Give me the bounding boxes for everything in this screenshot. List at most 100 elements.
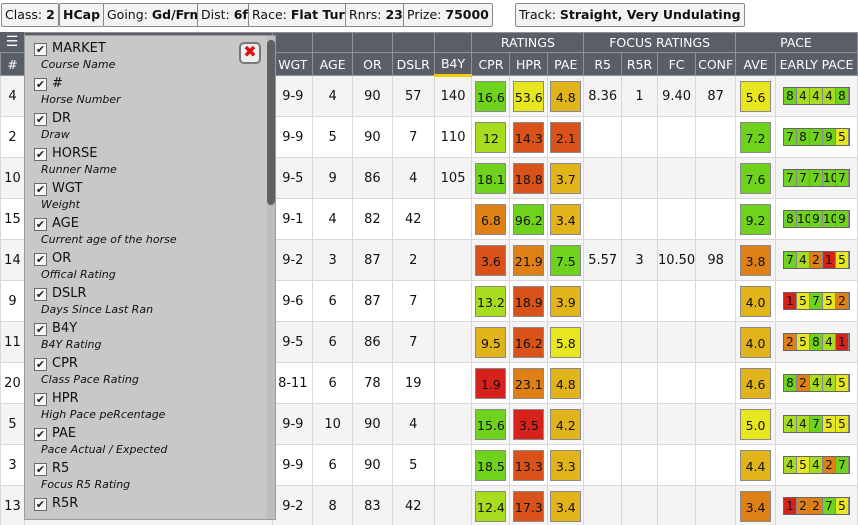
checkbox-checked-icon[interactable]: ✔ (34, 148, 47, 161)
column-option-name: PAE (52, 426, 77, 441)
cell-r5 (583, 280, 623, 322)
checkbox-checked-icon[interactable]: ✔ (34, 78, 47, 91)
close-icon[interactable]: ✖ (239, 42, 261, 64)
checkbox-checked-icon[interactable]: ✔ (34, 113, 47, 126)
column-option-label: ✔ MARKET (34, 41, 106, 57)
ave-badge: 7.6 (740, 162, 772, 194)
early-pace-value: 2 (784, 334, 797, 350)
early-pace-value: 7 (784, 129, 797, 145)
cell-wgt: 8-11 (272, 362, 314, 404)
col-header-wgt[interactable]: WGT (272, 52, 314, 76)
cell-ave: 7.6 (735, 157, 776, 199)
column-option-description: Horse Number (41, 93, 121, 106)
pace-group-header: PACE (735, 32, 858, 53)
cell-ave: 4.0 (735, 280, 776, 322)
cell-cpr: 13.2 (471, 280, 511, 322)
cell-r5r: 1 (621, 75, 658, 117)
early-pace-value: 4 (784, 457, 797, 473)
cell-cpr: 12 (471, 116, 511, 158)
cell-r5 (583, 157, 623, 199)
cell-cpr: 9.5 (471, 321, 511, 363)
column-menu-icon[interactable]: ☰ (0, 32, 24, 52)
panel-scrollbar-thumb[interactable] (267, 40, 275, 205)
col-header-fc[interactable]: FC (656, 52, 697, 76)
col-header-early-pace[interactable]: EARLY PACE (775, 52, 858, 76)
early-pace-value: 8 (810, 334, 823, 350)
cell-pae: 3.9 (547, 280, 585, 322)
checkbox-checked-icon[interactable]: ✔ (34, 358, 47, 371)
cell-dslr: 4 (391, 403, 435, 445)
checkbox-checked-icon[interactable]: ✔ (34, 393, 47, 406)
cell-num: 9 (0, 280, 25, 322)
checkbox-checked-icon[interactable]: ✔ (34, 463, 47, 476)
col-header-or[interactable]: OR (352, 52, 393, 76)
checkbox-checked-icon[interactable]: ✔ (34, 323, 47, 336)
checkbox-checked-icon[interactable]: ✔ (34, 288, 47, 301)
col-header-num[interactable]: # (0, 52, 25, 76)
cell-early-pace: 12275 (775, 485, 858, 525)
cell-pae: 4.8 (547, 362, 585, 404)
cell-or: 78 (352, 362, 393, 404)
checkbox-checked-icon[interactable]: ✔ (34, 498, 47, 511)
checkbox-checked-icon[interactable]: ✔ (34, 428, 47, 441)
early-pace-value: 7 (836, 457, 849, 473)
early-pace-value: 4 (797, 88, 810, 104)
checkbox-checked-icon[interactable]: ✔ (34, 253, 47, 266)
cell-pae: 7.5 (547, 239, 585, 281)
cell-wgt: 9-6 (272, 280, 314, 322)
cell-b4y (433, 321, 473, 363)
early-pace-value: 5 (823, 416, 836, 432)
early-pace-value: 1 (784, 498, 797, 514)
cell-early-pace: 7 7 7 107 (775, 157, 858, 199)
checkbox-checked-icon[interactable]: ✔ (34, 218, 47, 231)
column-option-label: ✔ R5R (34, 496, 78, 512)
cell-early-pace: 25841 (775, 321, 858, 363)
col-header-b4y[interactable]: B4Y (433, 52, 473, 77)
pae-badge: 4.8 (550, 80, 582, 112)
cell-early-pace: 84448 (775, 75, 858, 117)
early-pace-value: 5 (797, 334, 810, 350)
col-header-dslr[interactable]: DSLR (391, 52, 435, 76)
early-pace-value: 2 (797, 498, 810, 514)
ave-badge: 4.4 (740, 449, 772, 481)
cell-fc (656, 198, 697, 240)
cell-b4y (433, 239, 473, 281)
col-header-pae[interactable]: PAE (547, 52, 585, 76)
cell-pae: 3.3 (547, 444, 585, 486)
cpr-badge: 16.6 (475, 80, 507, 112)
cell-early-pace: 15752 (775, 280, 858, 322)
cell-num: 20 (0, 362, 25, 404)
early-pace-value: 4 (810, 457, 823, 473)
checkbox-checked-icon[interactable]: ✔ (34, 43, 47, 56)
early-pace-value: 2 (836, 293, 849, 309)
cell-fc (656, 362, 697, 404)
col-header-r5r[interactable]: R5R (621, 52, 658, 76)
race-type-chip: Race: Flat Turf (248, 3, 355, 27)
cell-or: 90 (352, 75, 393, 117)
column-option-description: B4Y Rating (41, 338, 102, 351)
col-header-conf[interactable]: CONF (695, 52, 737, 76)
col-header-r5[interactable]: R5 (583, 52, 623, 76)
col-header-cpr[interactable]: CPR (471, 52, 511, 76)
column-option-label: ✔ PAE (34, 426, 76, 442)
cell-wgt: 9-9 (272, 116, 314, 158)
cell-or: 82 (352, 198, 393, 240)
early-pace-value: 8 (784, 375, 797, 391)
early-pace-value: 8 (784, 211, 797, 227)
checkbox-checked-icon[interactable]: ✔ (34, 183, 47, 196)
cell-cpr: 16.6 (471, 75, 511, 117)
cell-hpr: 23.1 (509, 362, 549, 404)
cell-age: 4 (312, 75, 354, 117)
cell-wgt: 9-9 (272, 403, 314, 445)
cell-r5r: 3 (621, 239, 658, 281)
col-header-ave[interactable]: AVE (735, 52, 776, 76)
cell-num: 2 (0, 116, 25, 158)
col-header-age[interactable]: AGE (312, 52, 354, 76)
pae-badge: 3.7 (550, 162, 582, 194)
cell-conf (695, 280, 737, 322)
early-pace-value: 7 (810, 129, 823, 145)
col-header-hpr[interactable]: HPR (509, 52, 549, 76)
early-pace-value: 7 (810, 416, 823, 432)
cell-age: 4 (312, 198, 354, 240)
column-option-description: Current age of the horse (41, 233, 177, 246)
